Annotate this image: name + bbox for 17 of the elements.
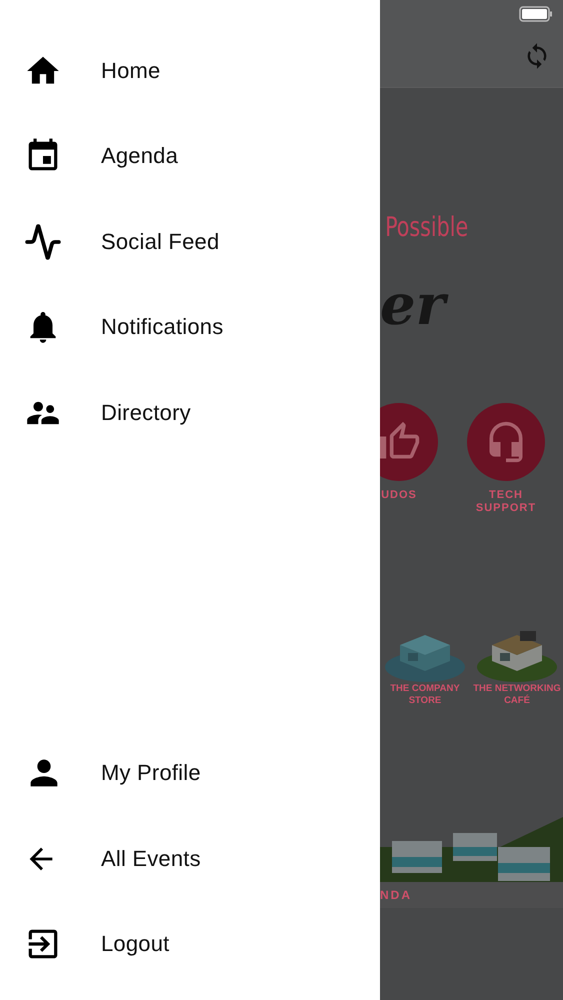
menu-item[interactable]: Directory [0,370,380,456]
battery-icon [519,6,553,22]
banner-label: NDA [380,888,412,902]
tagline: Possible [384,212,470,243]
venue-label: THE NETWORKING CAFÉ [472,683,562,707]
menu-item[interactable]: Social Feed [0,199,380,284]
tile-label: TECH SUPPORT [474,489,538,515]
menu-item[interactable]: Notifications [0,284,380,370]
menu-item[interactable]: All Events [0,816,380,902]
menu-item[interactable]: Home [0,28,380,114]
menu-item[interactable]: Logout [0,902,380,987]
venue-label: THE COMPANY STORE [389,683,461,707]
menu-item[interactable]: Agenda [0,114,380,199]
tile-button[interactable] [380,403,438,481]
pulse-icon [24,222,62,261]
menu-item[interactable]: My Profile [0,730,380,816]
tile-label: UDOS [380,489,418,502]
